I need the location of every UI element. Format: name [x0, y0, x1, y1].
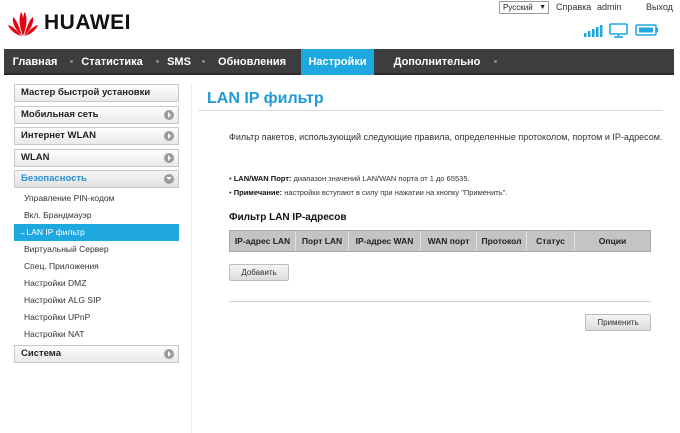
expand-arrow-icon[interactable]: [164, 131, 174, 141]
column-lan-port: Порт LAN: [296, 231, 349, 251]
note-label: LAN/WAN Порт:: [233, 174, 292, 183]
brand-logo[interactable]: HUAWEI: [6, 8, 146, 38]
page-title: LAN IP фильтр: [207, 90, 324, 107]
sidebar-group-label: Мобильная сеть: [21, 109, 99, 120]
nav-statistics[interactable]: Статистика: [74, 49, 150, 75]
collapse-arrow-icon[interactable]: [164, 174, 174, 184]
sidebar-group-system[interactable]: Система: [14, 345, 179, 363]
sidebar-item-special-apps[interactable]: Спец. Приложения: [14, 258, 179, 275]
sidebar-quick-setup[interactable]: Мастер быстрой установки: [14, 84, 179, 102]
sidebar-group-internet-wlan[interactable]: Интернет WLAN: [14, 127, 179, 145]
note-text: диапазон значений LAN/WAN порта от 1 до …: [293, 174, 470, 183]
title-underline: [198, 110, 663, 111]
sidebar-item-dmz[interactable]: Настройки DMZ: [14, 275, 179, 292]
sidebar-item-virtual-server[interactable]: Виртуальный Сервер: [14, 241, 179, 258]
column-protocol: Протокол: [477, 231, 527, 251]
sidebar-group-label: Интернет WLAN: [21, 130, 96, 141]
active-arrow-icon: →: [18, 227, 27, 237]
nav-sms[interactable]: SMS: [161, 49, 197, 75]
sidebar-item-nat[interactable]: Настройки NAT: [14, 326, 179, 343]
nav-updates[interactable]: Обновления: [207, 49, 297, 75]
sidebar-group-wlan[interactable]: WLAN: [14, 149, 179, 167]
sidebar-group-security[interactable]: Безопасность: [14, 170, 179, 188]
dropdown-arrow-icon: ▼: [539, 4, 546, 11]
column-lan-ip: IP-адрес LAN: [230, 231, 296, 251]
table-title: Фильтр LAN IP-адресов: [229, 212, 347, 223]
sidebar-item-upnp[interactable]: Настройки UPnP: [14, 309, 179, 326]
language-select[interactable]: Русский ▼: [499, 1, 549, 14]
signal-bars-icon: [584, 25, 603, 37]
column-status: Статус: [527, 231, 575, 251]
filter-table-header: IP-адрес LAN Порт LAN IP-адрес WAN WAN п…: [229, 230, 651, 252]
nav-separator: [156, 60, 159, 63]
expand-arrow-icon[interactable]: [164, 110, 174, 120]
expand-arrow-icon[interactable]: [164, 349, 174, 359]
computer-icon: [609, 23, 628, 38]
note-text: настройки вступают в силу при нажатии на…: [284, 188, 508, 197]
note-port-range: • LAN/WAN Порт: диапазон значений LAN/WA…: [229, 174, 470, 183]
note-apply: • Примечание: настройки вступают в силу …: [229, 188, 508, 197]
apply-button[interactable]: Применить: [585, 314, 651, 331]
nav-separator: [70, 60, 73, 63]
sidebar-item-alg-sip[interactable]: Настройки ALG SIP: [14, 292, 179, 309]
nav-settings[interactable]: Настройки: [301, 49, 374, 75]
header: HUAWEI Русский ▼ Справка admin Выход: [0, 0, 680, 46]
sidebar-item-pin-management[interactable]: Управление PIN-кодом: [14, 190, 179, 207]
sidebar-item-label: LAN IP фильтр: [26, 227, 85, 237]
nav-separator: [494, 60, 497, 63]
add-button[interactable]: Добавить: [229, 264, 289, 281]
note-label: Примечание:: [233, 188, 283, 197]
help-link[interactable]: Справка: [556, 2, 591, 12]
status-icons: [584, 23, 658, 38]
content-divider: [191, 84, 192, 433]
sidebar-group-mobile-network[interactable]: Мобильная сеть: [14, 106, 179, 124]
sidebar-item-lan-ip-filter[interactable]: →LAN IP фильтр: [14, 224, 179, 241]
nav-home[interactable]: Главная: [4, 49, 66, 75]
huawei-petal-logo-icon: [8, 12, 38, 36]
logout-link[interactable]: Выход: [646, 2, 673, 12]
sidebar-group-label: Безопасность: [21, 173, 87, 184]
section-divider: [229, 301, 651, 302]
nav-advanced[interactable]: Дополнительно: [380, 49, 494, 75]
nav-separator: [202, 60, 205, 63]
brand-name: HUAWEI: [44, 11, 131, 34]
column-options: Опции: [598, 236, 627, 246]
column-wan-port: WAN порт: [421, 231, 477, 251]
sidebar-item-firewall[interactable]: Вкл. Брандмауэр: [14, 207, 179, 224]
battery-icon: [635, 24, 658, 36]
expand-arrow-icon[interactable]: [164, 153, 174, 163]
user-name: admin: [597, 2, 622, 12]
intro-text: Фильтр пакетов, использующий следующие п…: [229, 132, 663, 142]
language-value: Русский: [503, 3, 533, 12]
sidebar-group-label: Система: [21, 348, 61, 359]
main-nav: Главная Статистика SMS Обновления Настро…: [4, 49, 674, 75]
sidebar-group-label: WLAN: [21, 152, 50, 163]
column-wan-ip: IP-адрес WAN: [349, 231, 421, 251]
